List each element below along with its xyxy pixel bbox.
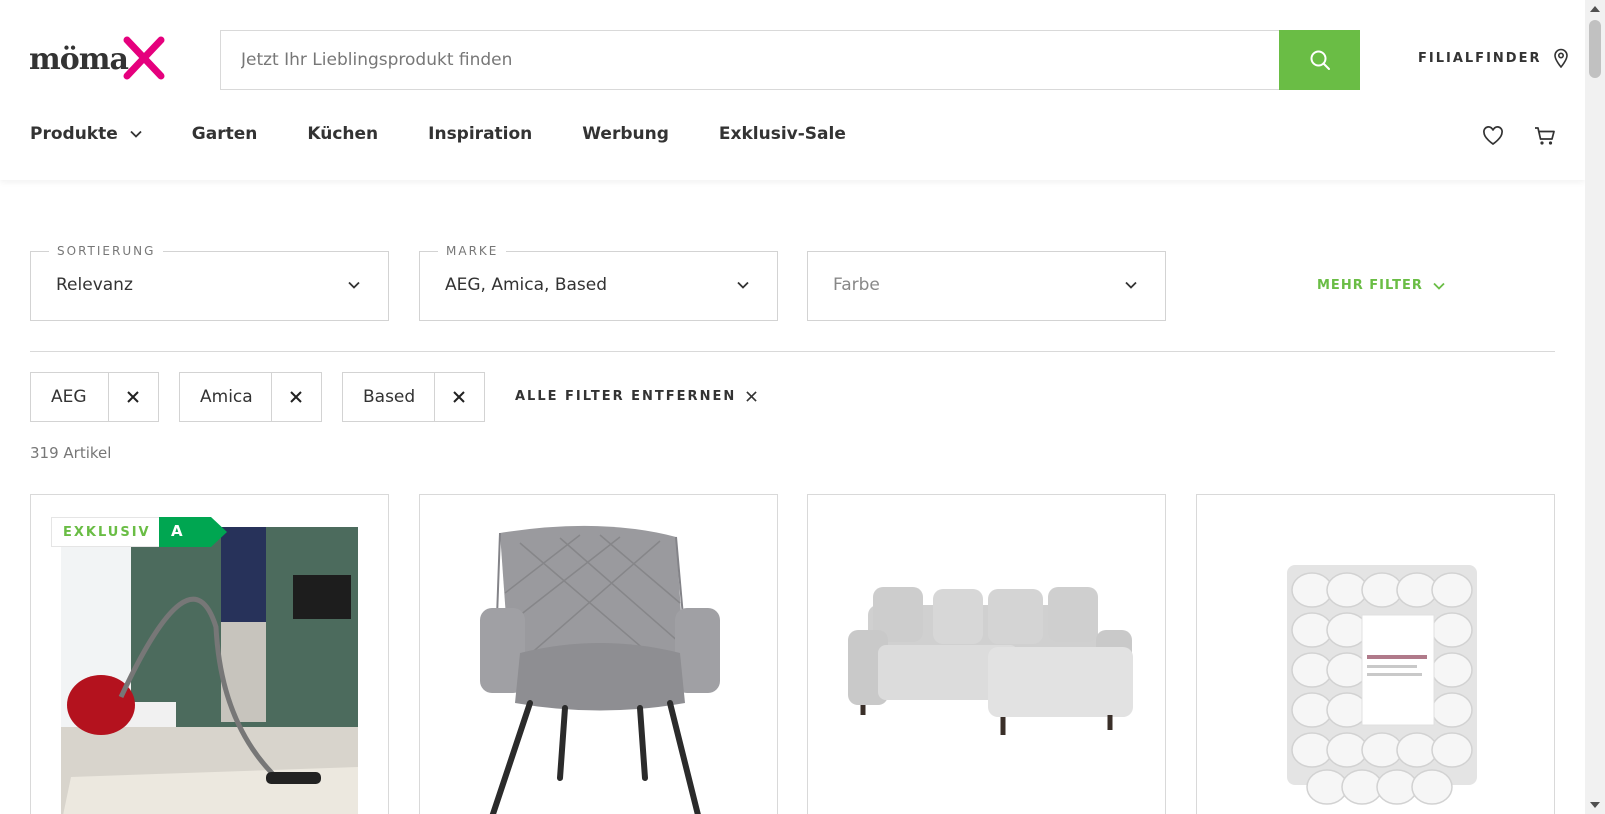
color-select[interactable]: Farbe [807,251,1166,321]
filter-chip-based: Based [342,372,485,422]
close-icon [746,391,757,402]
chevron-down-icon [1125,281,1137,289]
chevron-down-icon [737,281,749,289]
energy-label-badge: A [159,517,227,547]
brand-select[interactable]: MARKE AEG, Amica, Based [419,244,778,321]
search-input[interactable] [221,31,1279,89]
nav-item-werbung[interactable]: Werbung [582,124,669,144]
scroll-down-arrow[interactable] [1590,802,1600,808]
upholstered-chair-image [480,525,720,814]
close-icon [290,391,303,403]
clear-all-filters-button[interactable]: ALLE FILTER ENTFERNEN [515,389,757,404]
nav-item-inspiration[interactable]: Inspiration [428,124,532,144]
remove-filter-button[interactable] [272,373,321,421]
chip-label: AEG [31,373,109,421]
remove-filter-button[interactable] [435,373,484,421]
product-card[interactable] [1196,494,1555,814]
store-finder-label: FILIALFINDER [1418,50,1542,66]
scroll-up-arrow[interactable] [1590,6,1600,12]
close-icon [453,391,466,403]
chip-label: Based [343,373,435,421]
remove-filter-button[interactable] [109,373,158,421]
sort-legend: SORTIERUNG [49,244,164,258]
chip-label: Amica [180,373,272,421]
vacuum-cleaner-image [61,527,358,814]
scroll-thumb[interactable] [1589,20,1601,78]
page-scrollbar[interactable] [1585,0,1605,814]
brand-value: AEG, Amica, Based [445,275,608,295]
moemax-logo[interactable]: möma [29,36,169,84]
chevron-down-icon [1433,282,1445,290]
clear-all-label: ALLE FILTER ENTFERNEN [515,389,737,404]
nav-item-kuechen[interactable]: Küchen [307,124,378,144]
results-count: 319 Artikel [30,444,112,462]
sort-select[interactable]: SORTIERUNG Relevanz [30,244,389,321]
close-icon [127,391,140,403]
search-button[interactable] [1279,30,1360,90]
cart-icon[interactable] [1534,126,1556,146]
filter-divider [30,351,1555,352]
sort-value: Relevanz [56,275,133,295]
header-actions [1482,126,1556,146]
more-filters-label: MEHR FILTER [1317,278,1423,293]
search-bar [220,30,1360,90]
product-card[interactable] [419,494,778,814]
site-header: möma FILIALFINDER Produkte Garten [0,0,1585,180]
color-placeholder: Farbe [833,275,880,295]
nav-item-exklusiv-sale[interactable]: Exklusiv-Sale [719,124,846,144]
filter-chip-amica: Amica [179,372,322,422]
main-navigation: Produkte Garten Küchen Inspiration Werbu… [30,124,896,144]
tealight-candles-image [1287,565,1477,805]
chevron-down-icon [348,281,360,289]
chevron-down-icon [130,130,142,138]
energy-class: A [171,522,183,540]
nav-item-produkte[interactable]: Produkte [30,124,142,144]
exklusiv-badge: EXKLUSIV [51,517,163,547]
more-filters-button[interactable]: MEHR FILTER [1317,278,1445,293]
brand-legend: MARKE [438,244,507,258]
heart-icon[interactable] [1482,126,1504,146]
logo-x-mark [123,36,165,80]
logo-wordmark: möma [29,42,129,77]
corner-sofa-image [848,587,1133,735]
filter-chip-aeg: AEG [30,372,159,422]
store-finder-link[interactable]: FILIALFINDER [1418,48,1569,68]
nav-item-garten[interactable]: Garten [192,124,258,144]
location-pin-icon [1554,48,1569,68]
energy-arrow-shape [159,517,227,547]
search-icon [1310,50,1330,70]
product-card[interactable]: EXKLUSIV A [30,494,389,814]
product-card[interactable] [807,494,1166,814]
